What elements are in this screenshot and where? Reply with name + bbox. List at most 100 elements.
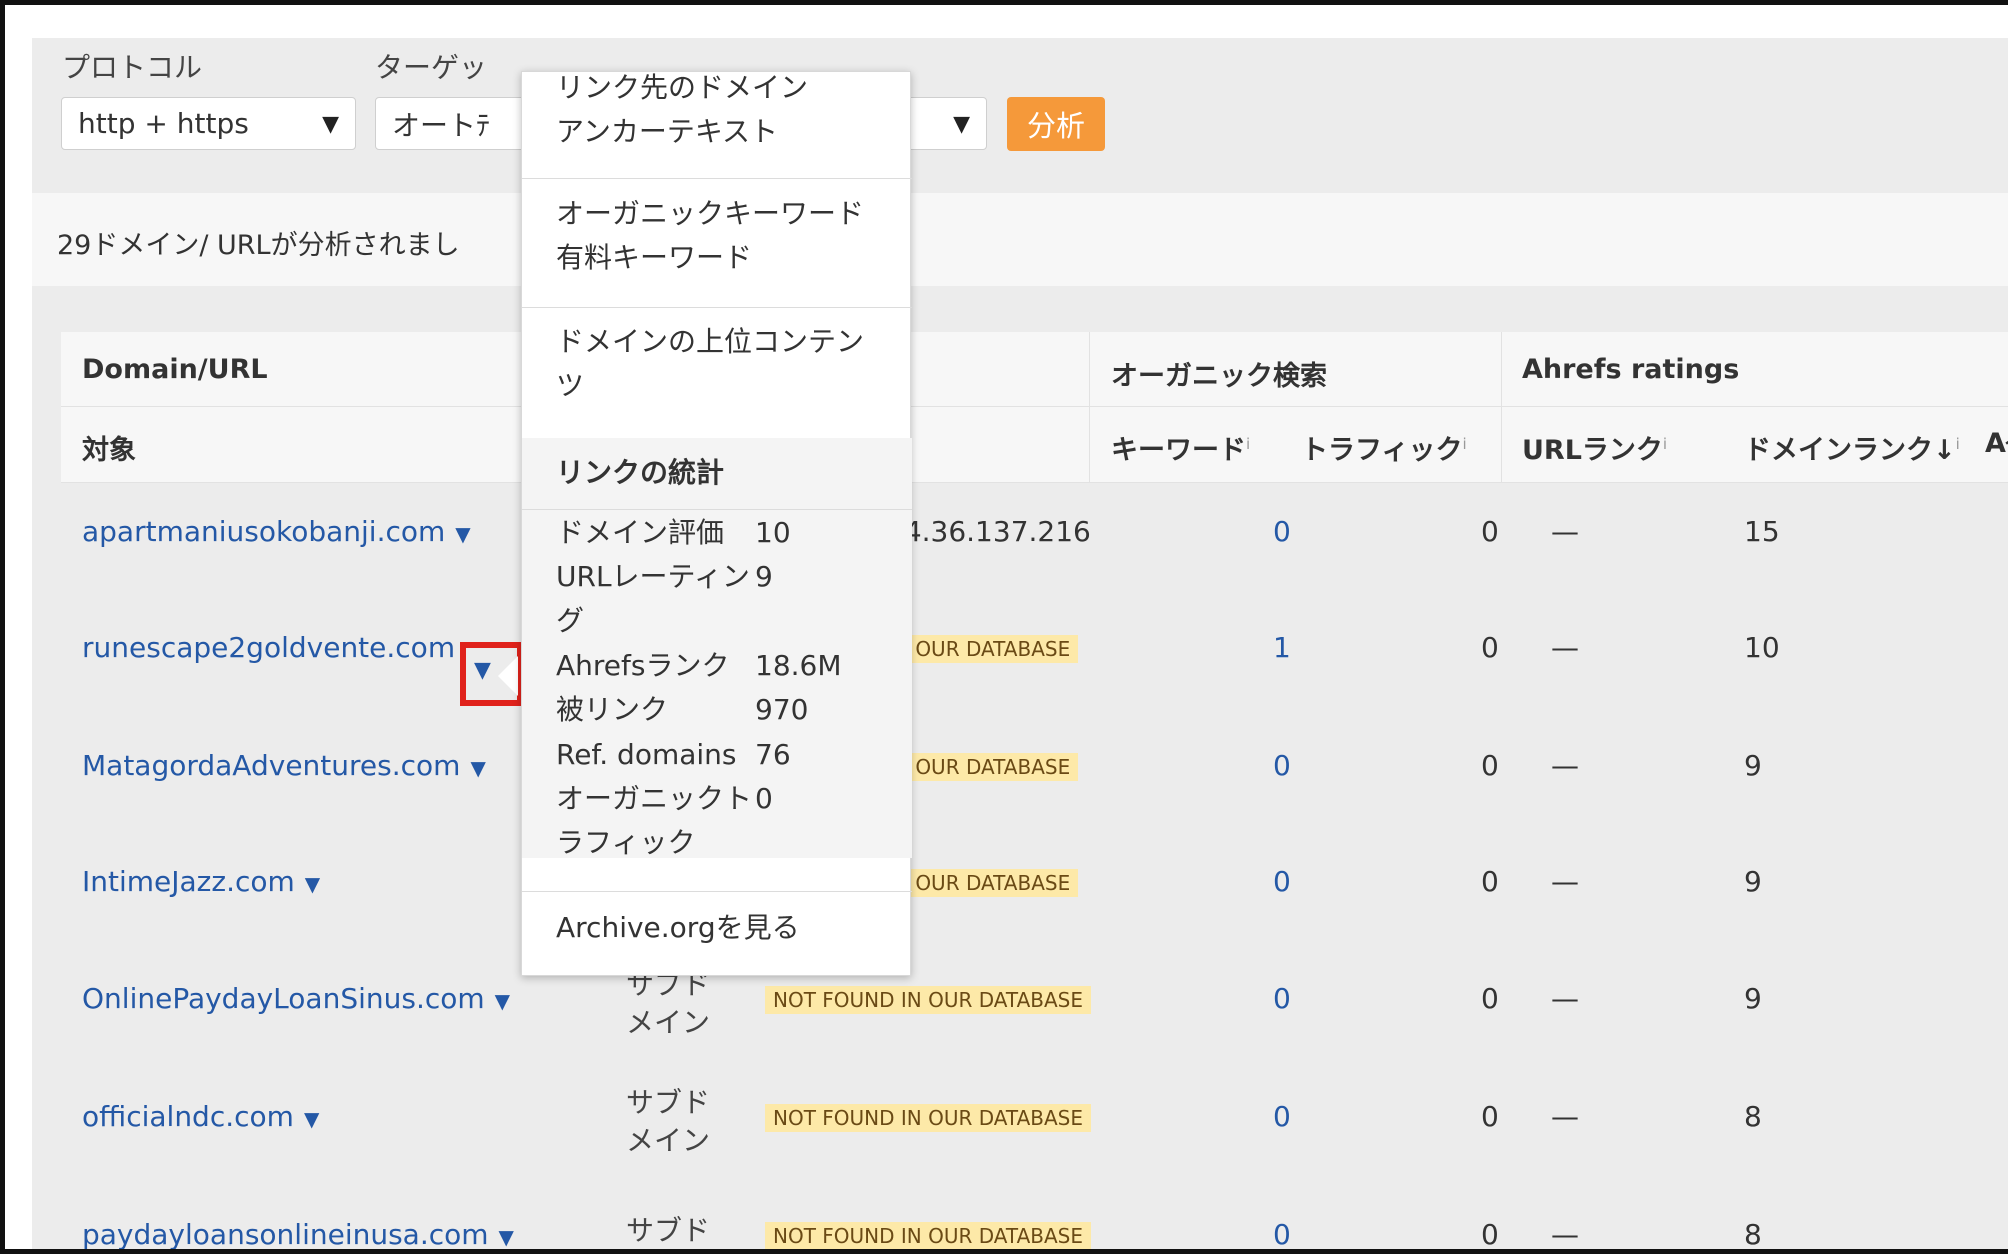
col-header-domain-rank[interactable]: ドメインランク↓i <box>1744 428 1960 467</box>
col-header-keywords[interactable]: キーワードi <box>1111 428 1250 467</box>
keywords-value[interactable]: 1 <box>1273 631 1291 664</box>
menu-divider <box>522 307 912 308</box>
keywords-value[interactable]: 0 <box>1273 515 1291 548</box>
protocol-select[interactable]: http + https ▼ <box>61 97 356 150</box>
table-column-header: 対象 キーワードi トラフィックi URLランクi ドメインランク↓i Ał <box>61 407 2008 483</box>
keywords-value[interactable]: 0 <box>1273 982 1291 1015</box>
caret-down-icon[interactable]: ▼ <box>305 872 320 896</box>
menu-item-archive-org[interactable]: Archive.orgを見る <box>556 906 800 950</box>
table-row: MatagordaAdventures.com ▼ N OUR DATABASE … <box>61 717 2008 833</box>
keywords-value[interactable]: 0 <box>1273 749 1291 782</box>
domain-link[interactable]: officialndc.com ▼ <box>82 1100 319 1133</box>
traffic-value: 0 <box>1481 631 1499 664</box>
domain-rank-value: 8 <box>1744 1218 1762 1251</box>
domain-link[interactable]: IntimeJazz.com ▼ <box>82 865 320 898</box>
stat-label: Ref. domains <box>556 738 737 771</box>
target-label: ターゲッ <box>375 51 488 84</box>
status-badge: NOT FOUND IN OUR DATABASE <box>765 1222 1091 1249</box>
keywords-value[interactable]: 0 <box>1273 865 1291 898</box>
domain-link[interactable]: OnlinePaydayLoanSinus.com ▼ <box>82 982 510 1015</box>
stat-label: ドメイン評価 <box>556 516 725 549</box>
app-area: プロトコル ターゲッ http + https ▼ オートﾃ ▼ 分析 29ドメ… <box>32 38 2008 1251</box>
info-icon[interactable]: i <box>1246 435 1250 453</box>
info-icon[interactable]: i <box>1462 435 1466 453</box>
menu-item-linked-domains[interactable]: リンク先のドメイン <box>556 66 808 110</box>
column-divider <box>1089 332 1090 407</box>
group-header-ratings: Ahrefs ratings <box>1522 354 1740 385</box>
protocol-select-value: http + https <box>78 107 249 140</box>
caret-down-icon[interactable]: ▼ <box>455 522 470 546</box>
domain-link[interactable]: paydayloansonlineinusa.com ▼ <box>82 1218 514 1249</box>
keywords-value[interactable]: 0 <box>1273 1218 1291 1249</box>
type-value: サブド <box>626 1214 711 1247</box>
caret-down-icon[interactable]: ▼ <box>499 1225 514 1249</box>
info-icon[interactable]: i <box>1663 435 1667 453</box>
menu-item-organic-keywords[interactable]: オーガニックキーワード <box>556 192 864 236</box>
col-header-traffic-label: トラフィック <box>1301 435 1463 466</box>
info-icon[interactable]: i <box>1956 435 1960 453</box>
screenshot-frame: プロトコル ターゲッ http + https ▼ オートﾃ ▼ 分析 29ドメ… <box>0 0 2008 1254</box>
url-rank-value: — <box>1551 749 1579 782</box>
domain-link-text: apartmaniusokobanji.com <box>82 515 446 548</box>
menu-item-top-content-line1: ドメインの上位コンテン <box>556 325 865 358</box>
group-header-domain: Domain/URL <box>82 354 268 385</box>
traffic-value: 0 <box>1481 982 1499 1015</box>
column-divider <box>1089 407 1090 483</box>
status-badge: N OUR DATABASE <box>886 635 1079 663</box>
url-rank-value: — <box>1551 1100 1579 1133</box>
stats-title: リンクの統計 <box>556 456 725 489</box>
domain-link-text: OnlinePaydayLoanSinus.com <box>82 982 485 1015</box>
domain-link-text: officialndc.com <box>82 1100 294 1133</box>
menu-item-top-content-line2: ツ <box>556 369 585 402</box>
domain-link[interactable]: MatagordaAdventures.com ▼ <box>82 749 486 782</box>
status-badge: NOT FOUND IN OUR DATABASE <box>765 1104 1091 1132</box>
chevron-down-icon: ▼ <box>322 112 339 137</box>
ip-address: 54.36.137.216 <box>886 515 1091 548</box>
col-header-cut: Ał <box>1985 428 2008 459</box>
keywords-value[interactable]: 0 <box>1273 1100 1291 1133</box>
caret-down-icon[interactable]: ▼ <box>495 989 510 1013</box>
url-rank-value: — <box>1551 982 1579 1015</box>
group-header-organic: オーガニック検索 <box>1111 361 1327 392</box>
traffic-value: 0 <box>1481 1218 1499 1251</box>
col-header-url-rank[interactable]: URLランクi <box>1522 428 1667 467</box>
table-row: apartmaniusokobanji.com ▼ 54.36.137.216 0… <box>61 483 2008 599</box>
traffic-value: 0 <box>1481 515 1499 548</box>
col-header-domain-rank-label: ドメインランク↓ <box>1744 435 1956 466</box>
type-value: サブド メイン <box>626 1086 711 1157</box>
domain-link-text: runescape2goldvente.com <box>82 631 456 664</box>
caret-down-icon[interactable]: ▼ <box>470 756 485 780</box>
table-row: officialndc.com ▼ サブド メイン NOT FOUND IN OU… <box>61 1068 2008 1186</box>
analyze-button[interactable]: 分析 <box>1007 97 1105 151</box>
menu-pointer <box>498 656 518 696</box>
type-value: サブド メイン <box>626 968 711 1039</box>
url-rank-value: — <box>1551 865 1579 898</box>
col-header-traffic[interactable]: トラフィックi <box>1301 428 1467 467</box>
stat-value: 18.6M <box>755 649 842 682</box>
status-badge: N OUR DATABASE <box>886 753 1079 781</box>
caret-down-icon[interactable]: ▼ <box>304 1107 319 1131</box>
table-row: IntimeJazz.com ▼ N OUR DATABASE 0 0 — 9 <box>61 833 2008 950</box>
menu-item-anchor-text[interactable]: アンカーテキスト <box>556 110 778 154</box>
menu-item-paid-keywords[interactable]: 有料キーワード <box>556 236 752 280</box>
stat-value: 9 <box>755 560 773 593</box>
url-rank-value: — <box>1551 515 1579 548</box>
url-rank-value: — <box>1551 1218 1579 1251</box>
menu-divider <box>522 178 912 179</box>
col-header-url-rank-label: URLランク <box>1522 435 1663 466</box>
stat-label: オーガニックト ラフィック <box>556 782 753 859</box>
domain-link-text: MatagordaAdventures.com <box>82 749 461 782</box>
stat-label: Ahrefsランク <box>556 649 730 682</box>
domain-link[interactable]: runescape2goldvente.com <box>82 631 455 664</box>
stat-value: 970 <box>755 693 809 726</box>
menu-item-top-content[interactable]: ドメインの上位コンテンツ <box>556 320 864 408</box>
summary-text: 29ドメイン/ URLが分析されまし <box>57 230 460 261</box>
chevron-down-icon: ▼ <box>953 112 970 137</box>
traffic-value: 0 <box>1481 749 1499 782</box>
domain-rank-value: 9 <box>1744 865 1762 898</box>
domain-link[interactable]: apartmaniusokobanji.com ▼ <box>82 515 471 548</box>
domain-link-text: IntimeJazz.com <box>82 865 295 898</box>
protocol-label: プロトコル <box>62 51 203 84</box>
domain-rank-value: 8 <box>1744 1100 1762 1133</box>
url-rank-value: — <box>1551 631 1579 664</box>
